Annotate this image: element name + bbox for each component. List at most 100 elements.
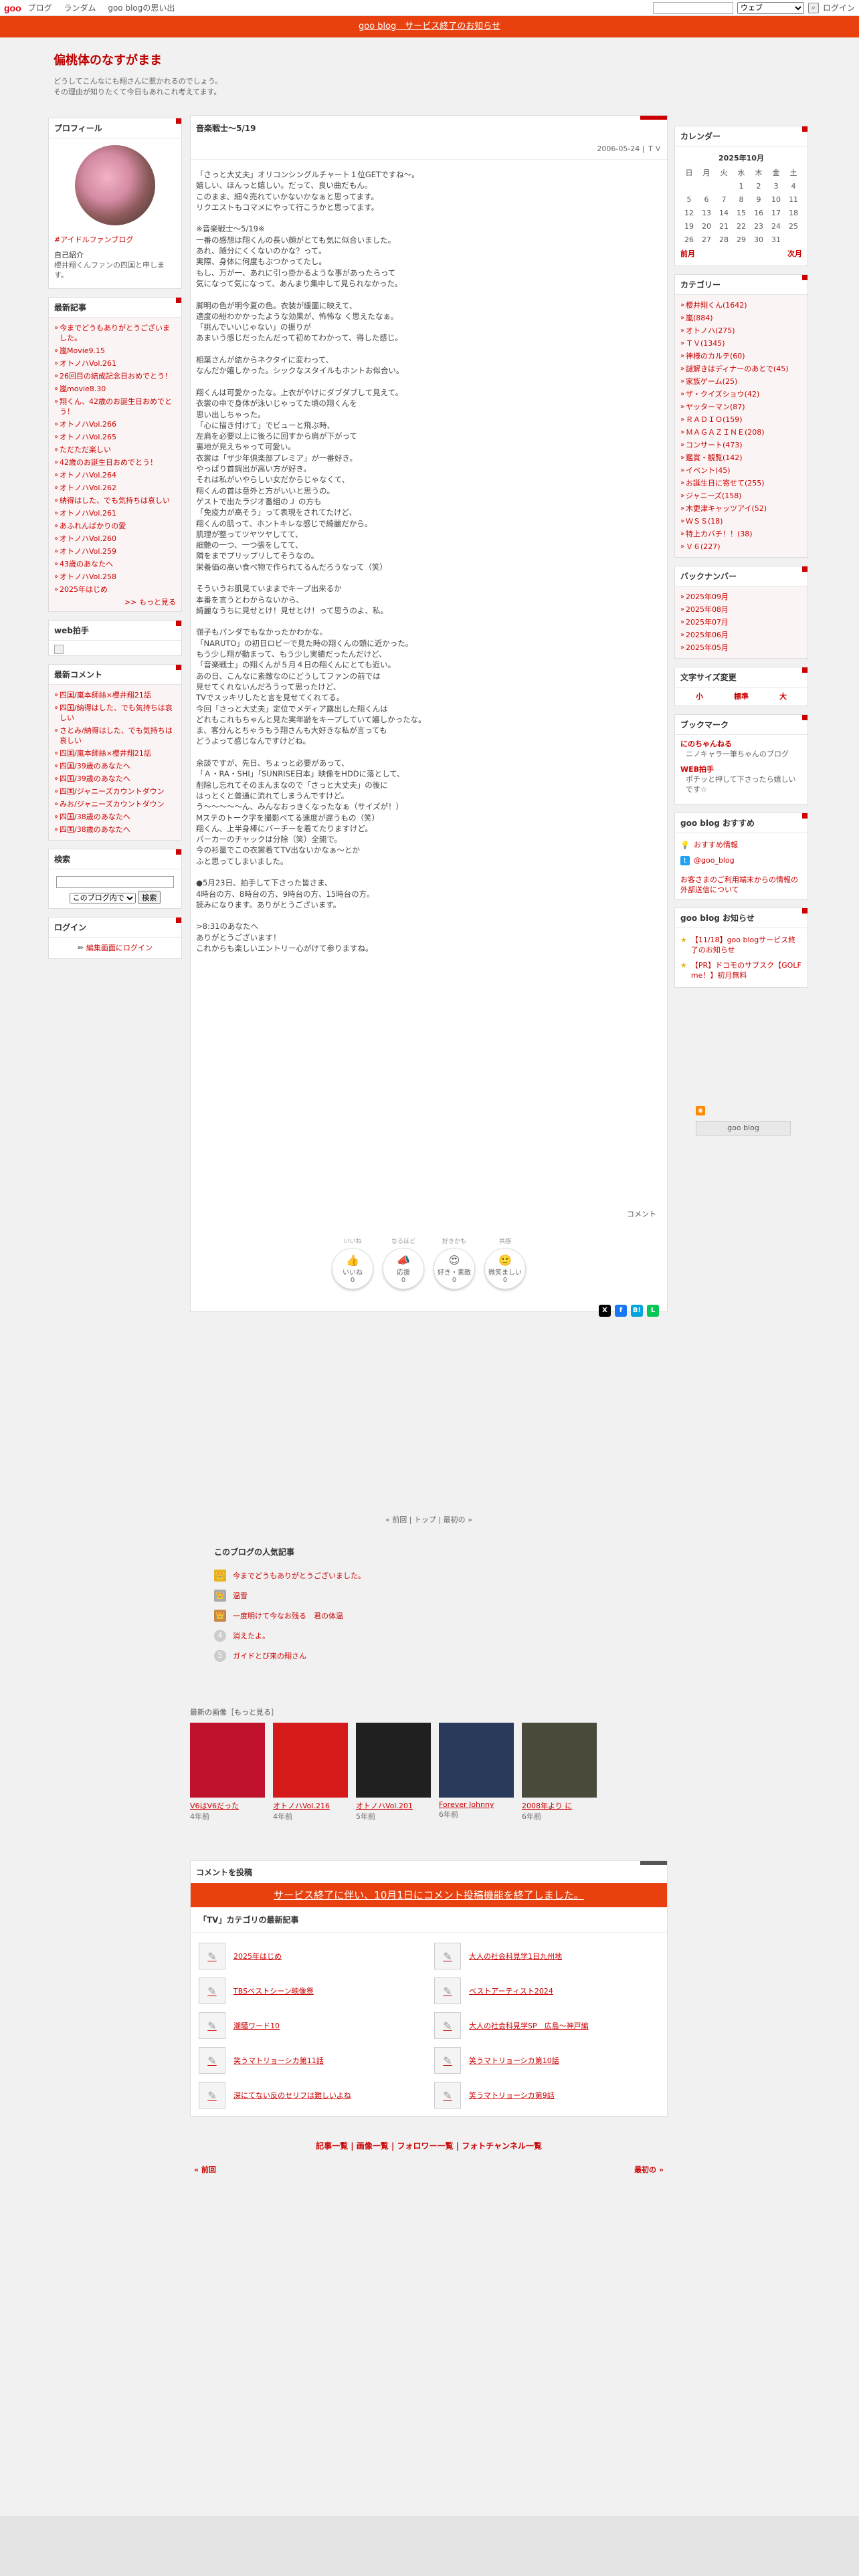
image-item[interactable]: V6はV6だった 4年前 bbox=[190, 1723, 265, 1822]
category-item[interactable]: 特上カバチ！！(38) bbox=[680, 528, 802, 540]
bookmark-link[interactable]: WEB拍手 bbox=[680, 764, 802, 774]
image-item[interactable]: 2008年より に 6年前 bbox=[522, 1723, 597, 1822]
popular-item[interactable]: 5 ガイドとび来の翔さん bbox=[214, 1646, 644, 1666]
comment-item[interactable]: 四国/嵐本師絲×櫻井翔21話 bbox=[54, 689, 176, 702]
login-link[interactable]: ログイン bbox=[823, 2, 855, 13]
category-post-item[interactable]: ✎ 潮騒ワード10 bbox=[199, 2010, 423, 2041]
category-post-item[interactable]: ✎ 笑うマトリョーシカ第10話 bbox=[434, 2045, 659, 2076]
popular-item[interactable]: 👑 温雪 bbox=[214, 1586, 644, 1606]
recent-item[interactable]: 翔くん、42歳のお誕生日おめでとう！ bbox=[54, 395, 176, 418]
prev-post-link[interactable]: « 前回 bbox=[194, 2164, 216, 2175]
webclap-image-icon[interactable] bbox=[54, 645, 64, 654]
category-item[interactable]: ザ・クイズショウ(42) bbox=[680, 388, 802, 401]
comment-item[interactable]: 四国/38歳のあなたへ bbox=[54, 823, 176, 836]
backnumber-item[interactable]: 2025年09月 bbox=[680, 591, 802, 603]
category-item[interactable]: オトノハ(275) bbox=[680, 324, 802, 337]
category-item[interactable]: ＴＶ(1345) bbox=[680, 337, 802, 350]
blog-search-button[interactable]: 検索 bbox=[138, 891, 161, 904]
popular-item[interactable]: 4 消えたよ。 bbox=[214, 1626, 644, 1646]
recent-item[interactable]: 嵐movie8.30 bbox=[54, 383, 176, 395]
category-item[interactable]: 木更津キャッツアイ(52) bbox=[680, 502, 802, 515]
comment-link[interactable]: コメント bbox=[622, 1199, 662, 1219]
backnumber-item[interactable]: 2025年05月 bbox=[680, 641, 802, 654]
category-post-item[interactable]: ✎ ベストアーティスト2024 bbox=[434, 1975, 659, 2006]
thumbnail[interactable] bbox=[439, 1723, 514, 1798]
post-title[interactable]: 音楽戦士～5/19 bbox=[191, 116, 667, 134]
category-post-item[interactable]: ✎ 大人の社会科見学1日九州地 bbox=[434, 1941, 659, 1971]
backnumber-item[interactable]: 2025年07月 bbox=[680, 616, 802, 629]
category-item[interactable]: 鑑賞・観覧(142) bbox=[680, 451, 802, 464]
recent-item[interactable]: オトノハVol.259 bbox=[54, 545, 176, 558]
reaction-love[interactable]: 好きかも 😍 好き・素敵 0 bbox=[434, 1237, 475, 1289]
image-item[interactable]: オトノハVol.201 5年前 bbox=[356, 1723, 431, 1822]
recent-item[interactable]: オトノハVol.261 bbox=[54, 507, 176, 520]
category-item[interactable]: ＭＡＧＡＺＩＮＥ(208) bbox=[680, 426, 802, 439]
category-item[interactable]: ＲＡＤＩＯ(159) bbox=[680, 413, 802, 426]
goo-blog-button[interactable]: goo blog bbox=[696, 1121, 791, 1136]
recent-item[interactable]: オトノハVol.265 bbox=[54, 431, 176, 443]
category-post-item[interactable]: ✎ TBSベストシーン映像祭 bbox=[199, 1975, 423, 2006]
popular-item[interactable]: 👑 今までどうもありがとうございました。 bbox=[214, 1566, 644, 1586]
comment-item[interactable]: 四国/39歳のあなたへ bbox=[54, 760, 176, 772]
rss-icon[interactable]: ◉ bbox=[696, 1106, 705, 1115]
goo-logo[interactable]: goo bbox=[4, 3, 21, 13]
recent-item[interactable]: 2025年はじめ bbox=[54, 583, 176, 596]
category-post-item[interactable]: ✎ 深にてない反のセリフは難しいよね bbox=[199, 2080, 423, 2111]
blog-search-scope[interactable]: このブログ内で bbox=[69, 893, 136, 903]
recent-item[interactable]: オトノハVol.266 bbox=[54, 418, 176, 431]
font-normal-button[interactable]: 標準 bbox=[734, 691, 749, 702]
recent-item[interactable]: 嵐Movie9.15 bbox=[54, 344, 176, 357]
comment-item[interactable]: 四国/納得はした、でも気持ちは哀しい bbox=[54, 702, 176, 724]
recent-item[interactable]: 43歳のあなたへ bbox=[54, 558, 176, 570]
post-pager[interactable]: « 前回 | トップ | 最初の » bbox=[190, 1514, 668, 1525]
backnumber-item[interactable]: 2025年06月 bbox=[680, 629, 802, 641]
info-item[interactable]: ★ 【11/18】goo blogサービス終了のお知らせ bbox=[680, 932, 802, 958]
popular-item[interactable]: 👑 一度明けて今なお残る 君の体温 bbox=[214, 1606, 644, 1626]
comment-item[interactable]: さとみ/納得はした、でも気持ちは哀しい bbox=[54, 724, 176, 747]
bookmark-link[interactable]: にのちゃんねる bbox=[680, 739, 802, 749]
category-item[interactable]: 嵐(884) bbox=[680, 312, 802, 324]
calendar-prev[interactable]: 前月 bbox=[680, 249, 695, 259]
recent-item[interactable]: オトノハVol.261 bbox=[54, 357, 176, 370]
recent-item[interactable]: 26回目の結成記念日おめでとう！ bbox=[54, 370, 176, 383]
font-small-button[interactable]: 小 bbox=[696, 691, 703, 702]
recent-item[interactable]: あふれんばかりの愛 bbox=[54, 520, 176, 532]
nav-blog[interactable]: ブログ bbox=[28, 3, 52, 13]
category-item[interactable]: ＷＳＳ(18) bbox=[680, 515, 802, 528]
blog-search-input[interactable] bbox=[56, 876, 174, 888]
line-share-icon[interactable]: L bbox=[647, 1305, 659, 1317]
reaction-smile[interactable]: 共感 🙂 微笑ましい 0 bbox=[484, 1237, 526, 1289]
thumbnail[interactable] bbox=[273, 1723, 348, 1798]
nav-random[interactable]: ランダム bbox=[64, 3, 96, 13]
calendar-next[interactable]: 次月 bbox=[787, 249, 802, 259]
category-item[interactable]: 櫻井翔くん(1642) bbox=[680, 299, 802, 312]
top-search-input[interactable] bbox=[652, 1, 733, 14]
category-item[interactable]: イベント(45) bbox=[680, 464, 802, 477]
comment-item[interactable]: 四国/嵐本師絲×櫻井翔21話 bbox=[54, 747, 176, 760]
recent-item[interactable]: 42歳のお誕生日おめでとう！ bbox=[54, 456, 176, 469]
reaction-like[interactable]: いいね 👍 いいね 0 bbox=[332, 1237, 373, 1289]
comment-item[interactable]: みお/ジャニーズカウントダウン bbox=[54, 798, 176, 811]
thumbnail[interactable] bbox=[356, 1723, 431, 1798]
comment-item[interactable]: 四国/ジャニーズカウントダウン bbox=[54, 785, 176, 798]
profile-tag[interactable]: #アイドルファンブログ bbox=[54, 235, 176, 245]
category-item[interactable]: ヤッターマン(87) bbox=[680, 401, 802, 413]
category-item[interactable]: ジャニーズ(158) bbox=[680, 490, 802, 502]
recent-item[interactable]: オトノハVol.264 bbox=[54, 469, 176, 481]
reaction-cheer[interactable]: なるほど 📣 応援 0 bbox=[383, 1237, 424, 1289]
edit-login-link[interactable]: 編集画面にログイン bbox=[86, 944, 153, 952]
backnumber-item[interactable]: 2025年08月 bbox=[680, 603, 802, 616]
recent-item[interactable]: 今までどうもありがとうございました。 bbox=[54, 322, 176, 344]
thumbnail[interactable] bbox=[190, 1723, 265, 1798]
comment-item[interactable]: 四国/39歳のあなたへ bbox=[54, 772, 176, 785]
recent-item[interactable]: 納得はした、でも気持ちは哀しい bbox=[54, 494, 176, 507]
category-post-item[interactable]: ✎ 笑うマトリョーシカ第9話 bbox=[434, 2080, 659, 2111]
post-meta[interactable]: 2006-05-24 | ＴＶ bbox=[191, 134, 667, 160]
comment-item[interactable]: 四国/38歳のあなたへ bbox=[54, 811, 176, 823]
category-item[interactable]: Ｖ６(227) bbox=[680, 540, 802, 553]
osusume-link[interactable]: 💡 おすすめ情報 bbox=[680, 837, 802, 853]
images-header[interactable]: 最新の画像［もっと見る］ bbox=[190, 1707, 668, 1717]
twitter-link[interactable]: t @goo_blog bbox=[680, 853, 802, 868]
x-share-icon[interactable]: X bbox=[599, 1305, 611, 1317]
recent-item[interactable]: オトノハVol.260 bbox=[54, 532, 176, 545]
